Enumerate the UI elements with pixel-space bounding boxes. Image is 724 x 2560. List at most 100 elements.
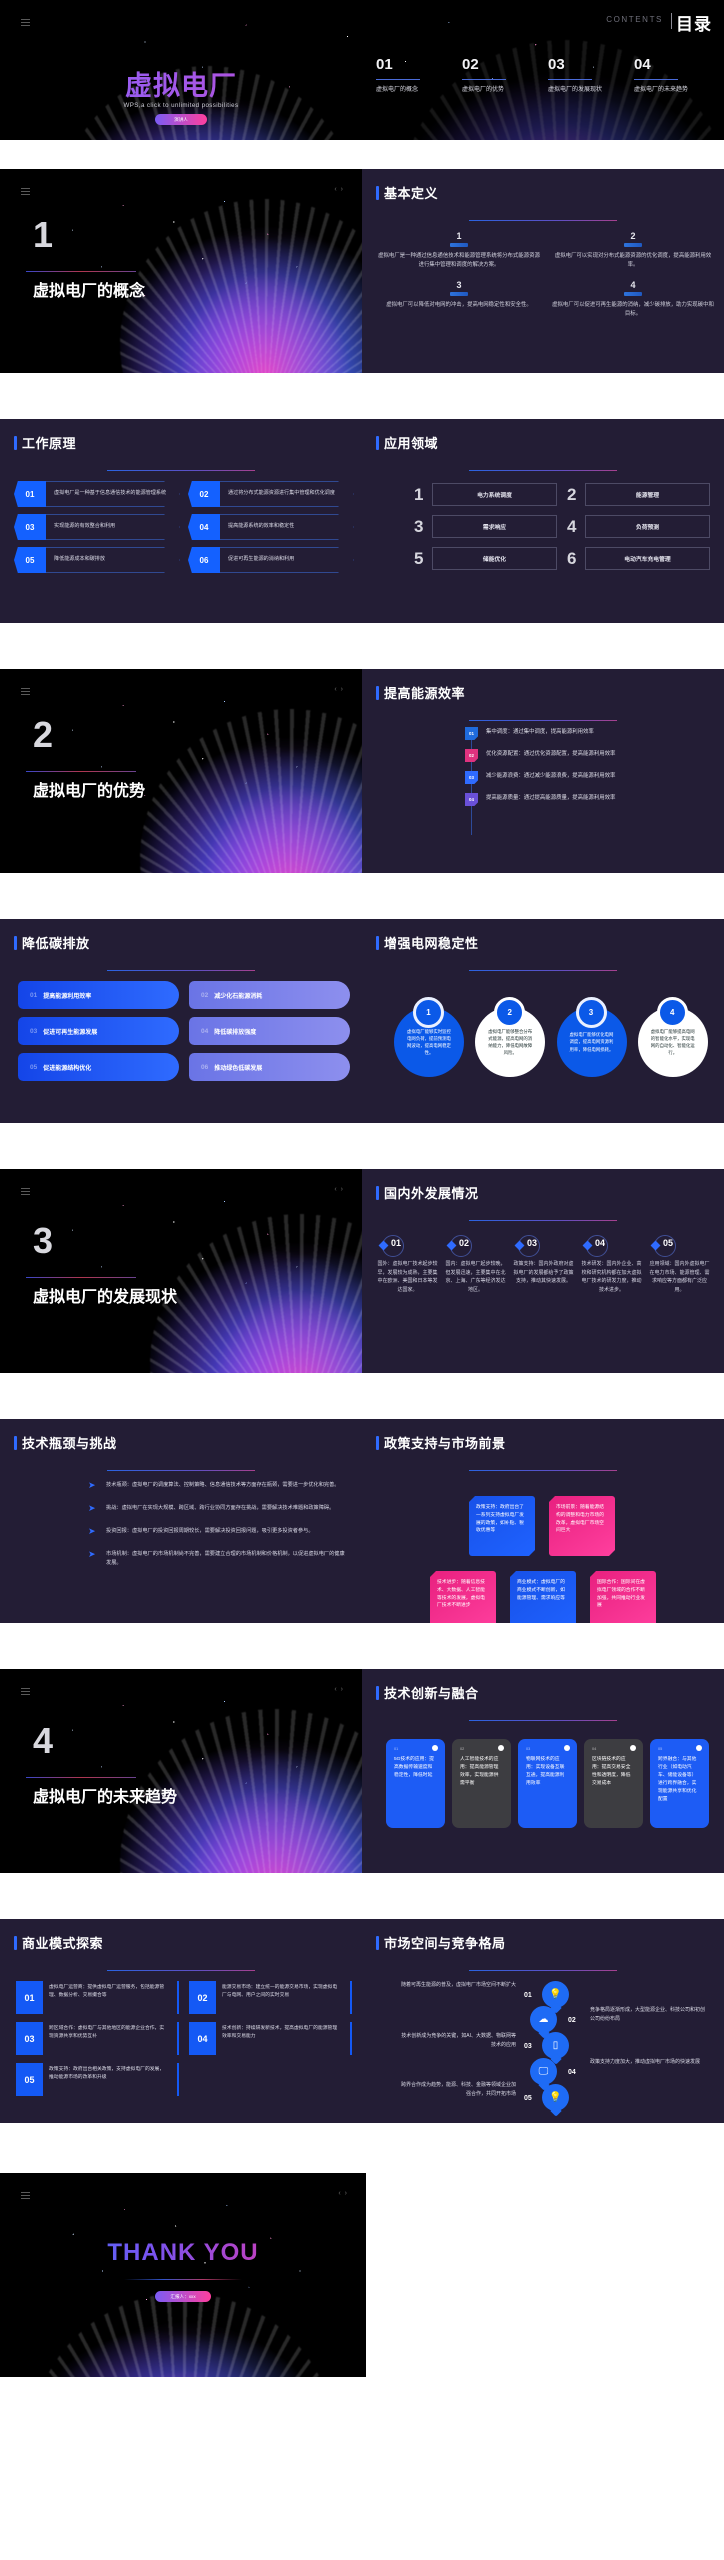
tech-text: 物联网技术的应用：实现设备互联互通，提高能源利用效率	[526, 1757, 565, 1787]
status-head: 05	[648, 1235, 711, 1257]
carbon-item: 03 促进可再生能源发展	[18, 1017, 179, 1045]
slide-bottlenecks[interactable]: 技术瓶颈与挑战 ➤ 技术瓶颈：虚拟电厂的调度算法、控制策略、信息通信技术等方面存…	[0, 1419, 362, 1623]
nav-arrows-icon[interactable]: ‹ ›	[338, 2190, 348, 2197]
application-label: 负荷预测	[585, 515, 710, 538]
application-grid: 1 电力系统调度 2 能源管理 3 需求响应 4 负荷预测 5 储能优化 6 电…	[414, 483, 710, 570]
application-item: 2 能源管理	[567, 483, 710, 506]
slide-basic-definition[interactable]: 基本定义 1 虚拟电厂是一种通过信息通信技术和能源管理系统将分布式能源资源进行集…	[362, 169, 724, 373]
slide-row: 工作原理 01 虚拟电厂是一种基于信息通信技术的能源管理系统 02 通过将分布式…	[0, 419, 724, 623]
hamburger-icon[interactable]	[21, 2192, 30, 2199]
slide-cover-contents[interactable]: ‹ › 虚拟电厂 WPS,a click to unlimited possib…	[0, 0, 724, 140]
tech-card: 05 跨界融合：与其他行业（如电动汽车、储能设备等）进行跨界融合，实现能源共享和…	[650, 1739, 709, 1828]
hamburger-icon[interactable]	[21, 688, 30, 695]
status-columns: 01 国外：虚拟电厂技术起步较早，发展较为成熟，主要集中在欧洲、美国和日本等发达…	[376, 1235, 714, 1294]
toc-item[interactable]: 03 虚拟电厂的发展现状	[548, 57, 624, 95]
tech-card: 03 物联网技术的应用：实现设备互联互通，提高能源利用效率	[518, 1739, 577, 1828]
application-label: 储能优化	[432, 547, 557, 570]
carbon-number: 06	[201, 1063, 209, 1071]
cloud-icon: ☁	[530, 2006, 557, 2033]
hamburger-icon[interactable]	[21, 1688, 30, 1695]
slide-row: ‹ › 2 虚拟电厂的优势 提高能源效率 01 集中调度：通过集中调度，提高能源…	[0, 669, 724, 873]
section-number: 2	[33, 714, 54, 755]
slide-row: ‹ › 虚拟电厂 WPS,a click to unlimited possib…	[0, 0, 724, 140]
slide-thank-you[interactable]: ‹ › THANK YOU 汇报人：xxx	[0, 2173, 366, 2377]
policy-card: 技术进步：随着信息技术、大数据、人工智能等技术的发展，虚拟电厂技术不断进步	[430, 1571, 496, 1623]
bottleneck-item: ➤ 挑战：虚拟电厂在实现大规模、跨区域、跨行业协同方面存在挑战，需要解决技术难题…	[88, 1504, 346, 1513]
slide-work-principle[interactable]: 工作原理 01 虚拟电厂是一种基于信息通信技术的能源管理系统 02 通过将分布式…	[0, 419, 362, 623]
carbon-label: 促进能源结构优化	[43, 1065, 92, 1072]
contents-divider	[671, 13, 672, 29]
slide-application-fields[interactable]: 应用领域 1 电力系统调度 2 能源管理 3 需求响应 4 负荷预测 5 储能优…	[362, 419, 724, 623]
slide-heading: 国内外发展情况	[376, 1183, 479, 1202]
thank-you-presenter-button[interactable]: 汇报人：xxx	[155, 2291, 211, 2302]
section-title: 虚拟电厂的未来趋势	[33, 1789, 178, 1806]
efficiency-badge: 01	[465, 727, 478, 740]
market-text: 跨界合作成为趋势，能源、科技、金融等领域企业加强合作，共同开拓市场	[400, 2082, 516, 2097]
monitor-icon: 🖵	[530, 2058, 557, 2085]
application-number: 2	[567, 485, 577, 504]
slide-development-status[interactable]: 国内外发展情况 01 国外：虚拟电厂技术起步较早，发展较为成熟，主要集中在欧洲、…	[362, 1169, 724, 1373]
heading-accent-bar	[376, 1935, 379, 1950]
heading-rule	[107, 1970, 255, 1972]
bottleneck-list: ➤ 技术瓶颈：虚拟电厂的调度算法、控制策略、信息通信技术等方面存在瓶颈，需要进一…	[88, 1481, 346, 1582]
slide-heading: 政策支持与市场前景	[376, 1433, 506, 1452]
hamburger-icon[interactable]	[21, 1188, 30, 1195]
toc-label: 虚拟电厂的概念	[376, 87, 419, 93]
heading-accent-bar	[376, 685, 379, 700]
definition-number: 4	[630, 279, 636, 290]
nav-arrows-icon[interactable]: ‹ ›	[334, 686, 344, 693]
heading-text: 技术创新与融合	[384, 1686, 479, 1701]
heading-text: 降低碳排放	[22, 936, 90, 951]
heading-accent-bar	[376, 935, 379, 950]
status-number: 03	[527, 1238, 538, 1248]
slide-tech-innovation[interactable]: 技术创新与融合 01 5G技术的应用：提高数据传输速度和稳定性，降低时延 02 …	[362, 1669, 724, 1873]
slide-section-2[interactable]: ‹ › 2 虚拟电厂的优势	[0, 669, 362, 873]
slide-carbon-reduction[interactable]: 降低碳排放 01 提高能源利用效率 02 减少化石能源消耗 03 促进可再生能源…	[0, 919, 362, 1123]
slide-section-3[interactable]: ‹ › 3 虚拟电厂的发展现状	[0, 1169, 362, 1373]
application-item: 6 电动汽车充电管理	[567, 547, 710, 570]
nav-arrows-icon[interactable]: ‹ ›	[334, 1686, 344, 1693]
toc-item[interactable]: 01 虚拟电厂的概念	[376, 57, 452, 95]
heading-text: 提高能源效率	[384, 686, 466, 701]
heading-text: 市场空间与竞争格局	[384, 1936, 506, 1951]
business-edge	[349, 2022, 352, 2055]
heading-rule	[107, 1470, 255, 1472]
slide-gap	[0, 1123, 724, 1169]
carbon-label: 提高能源利用效率	[43, 993, 92, 1000]
heading-text: 商业模式探索	[22, 1936, 104, 1951]
carbon-number: 02	[201, 991, 209, 999]
slide-energy-efficiency[interactable]: 提高能源效率 01 集中调度：通过集中调度，提高能源利用效率 02 优化资源配置…	[362, 669, 724, 873]
toc-item[interactable]: 02 虚拟电厂的优势	[462, 57, 538, 95]
status-item: 01 国外：虚拟电厂技术起步较早，发展较为成熟，主要集中在欧洲、美国和日本等发达…	[376, 1235, 439, 1294]
slide-policy-market[interactable]: 政策支持与市场前景 政策支持：政府出台了一系列支持虚拟电厂发展的政策，如补贴、税…	[362, 1419, 724, 1623]
slide-gap	[0, 1623, 724, 1669]
slide-business-model[interactable]: 商业模式探索 01 虚拟电厂运营商：提供虚拟电厂运营服务，包括能源管理、数据分析…	[0, 1919, 362, 2123]
nav-arrows-icon[interactable]: ‹ ›	[334, 186, 344, 193]
business-item: 04 技术创新：持续研发新技术，提高虚拟电厂的能源管理效率和交易能力	[189, 2022, 352, 2055]
application-item: 5 储能优化	[414, 547, 557, 570]
bottleneck-text: 市场机制：虚拟电厂的市场机制尚不完善，需要建立合理的市场机制和价格机制，以促进虚…	[106, 1551, 345, 1566]
slide-market-space[interactable]: 市场空间与竞争格局 💡 01 随着可再生能源的普及，虚拟电厂市场空间不断扩大 ☁…	[362, 1919, 724, 2123]
market-number: 03	[524, 2043, 532, 2050]
slide-row: 技术瓶颈与挑战 ➤ 技术瓶颈：虚拟电厂的调度算法、控制策略、信息通信技术等方面存…	[0, 1419, 724, 1623]
slide-section-4[interactable]: ‹ › 4 虚拟电厂的未来趋势	[0, 1669, 362, 1873]
toc-item[interactable]: 04 虚拟电厂的未来趋势	[634, 57, 710, 95]
hamburger-icon[interactable]	[21, 19, 30, 26]
cover-presenter-button[interactable]: 演讲人	[155, 114, 207, 125]
slide-section-1[interactable]: ‹ › 1 虚拟电厂的概念	[0, 169, 362, 373]
business-edge	[349, 1981, 352, 2014]
principle-number: 03	[14, 514, 46, 540]
slide-grid-stability[interactable]: 增强电网稳定性 虚拟电厂能够实时监控电网负荷，提前预测电网波动，提高电网稳定性。…	[362, 919, 724, 1123]
carbon-item: 01 提高能源利用效率	[18, 981, 179, 1009]
market-number: 05	[524, 2095, 532, 2102]
principle-number: 06	[188, 547, 220, 573]
nav-arrows-icon[interactable]: ‹ ›	[334, 1186, 344, 1193]
application-number: 1	[414, 485, 424, 504]
tech-index: 05	[658, 1747, 663, 1751]
status-head: 04	[580, 1235, 643, 1257]
hamburger-icon[interactable]	[21, 188, 30, 195]
thank-you-rule	[124, 2279, 242, 2280]
slide-gap	[0, 873, 724, 919]
status-head: 02	[444, 1235, 507, 1257]
tech-dot-icon	[564, 1745, 570, 1751]
